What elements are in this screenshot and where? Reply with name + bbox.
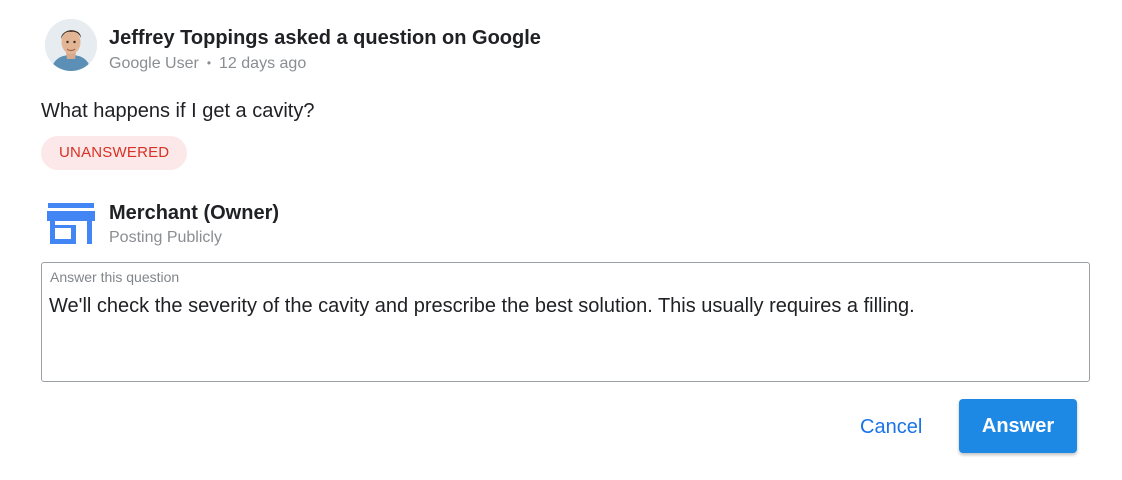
- avatar: [45, 19, 97, 71]
- cancel-button[interactable]: Cancel: [846, 402, 936, 452]
- answer-textarea[interactable]: Answer this question We'll check the sev…: [41, 262, 1090, 382]
- qa-card: Jeffrey Toppings asked a question on Goo…: [0, 0, 1122, 480]
- store-icon: [47, 203, 95, 245]
- meta-separator: •: [206, 56, 212, 70]
- answer-button[interactable]: Answer: [959, 399, 1077, 453]
- posting-visibility: Posting Publicly: [109, 229, 222, 246]
- merchant-title: Merchant (Owner): [109, 202, 280, 224]
- asker-role: Google User: [109, 55, 199, 72]
- status-badge: UNANSWERED: [41, 136, 188, 170]
- asker-meta: Google User • 12 days ago: [109, 55, 306, 73]
- user-avatar-icon: [45, 19, 97, 71]
- asker-title: Jeffrey Toppings asked a question on Goo…: [109, 27, 541, 49]
- question-text: What happens if I get a cavity?: [41, 100, 315, 122]
- answer-field-label: Answer this question: [50, 269, 180, 285]
- answer-field-value[interactable]: We'll check the severity of the cavity a…: [49, 295, 1079, 318]
- question-timestamp: 12 days ago: [219, 55, 307, 72]
